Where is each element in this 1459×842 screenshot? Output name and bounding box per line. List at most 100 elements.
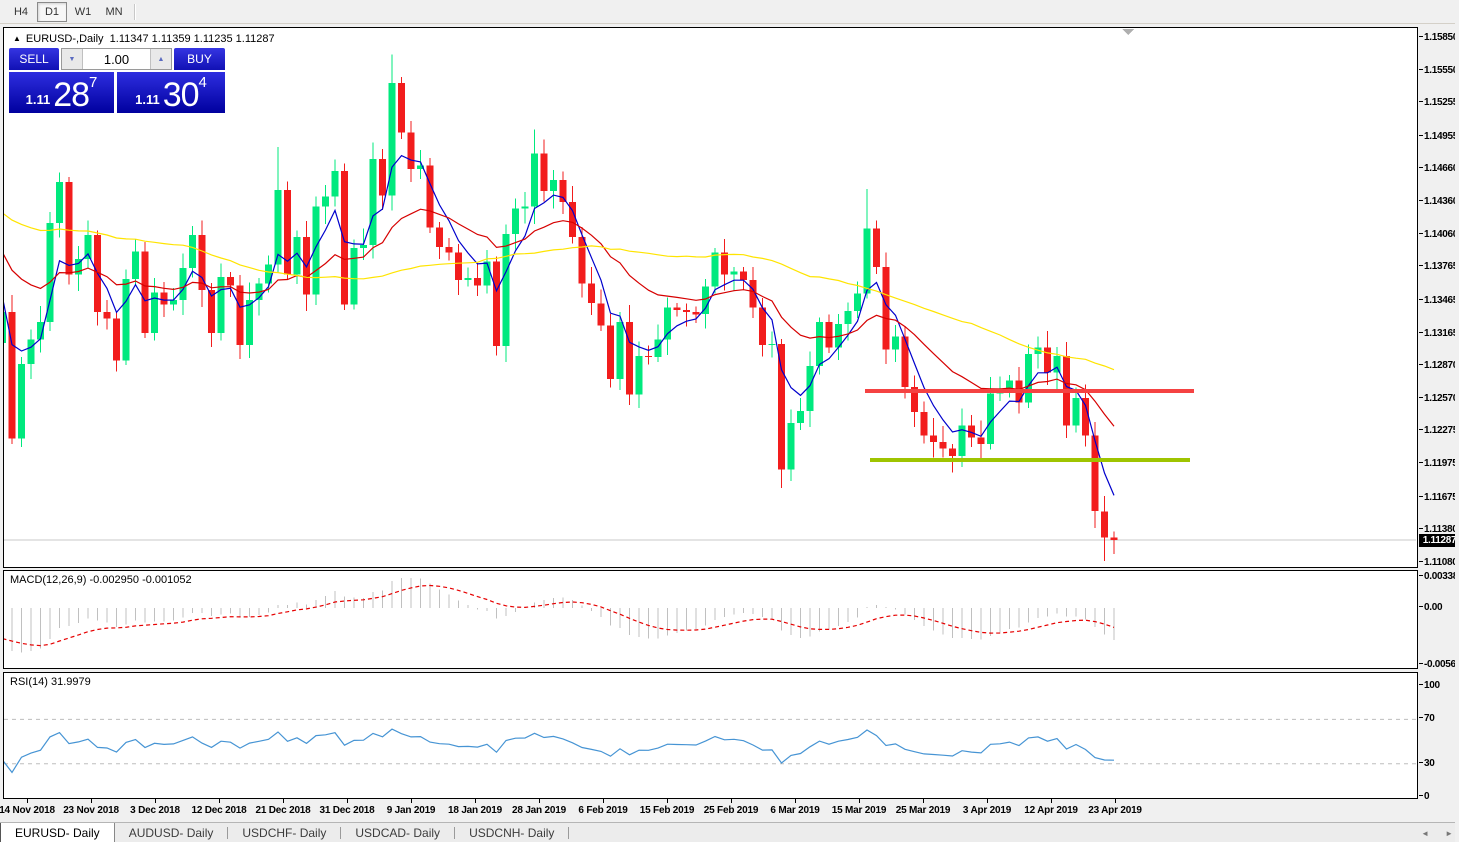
time-axis-tick bbox=[923, 799, 924, 803]
price-axis[interactable]: 1.15850 1.15550 1.15255 1.14955 1.14660 1.143… bbox=[1419, 27, 1459, 568]
rsi-canvas[interactable] bbox=[4, 673, 1417, 798]
timeframe-w1-button[interactable]: W1 bbox=[68, 2, 98, 22]
sell-price-big-digits: 28 bbox=[53, 80, 89, 110]
macd-indicator-window: MACD(12,26,9) -0.002950 -0.001052 bbox=[3, 570, 1418, 669]
tab-eurusd-daily[interactable]: EURUSD- Daily bbox=[0, 823, 115, 842]
current-price-tag: 1.11287 bbox=[1419, 534, 1459, 547]
time-axis-label: 23 Nov 2018 bbox=[63, 805, 119, 816]
time-axis-tick bbox=[667, 799, 668, 803]
time-axis-label: 6 Mar 2019 bbox=[770, 805, 819, 816]
tab-scroll-left-icon[interactable]: ◄ bbox=[1421, 829, 1429, 838]
timeframe-d1-button[interactable]: D1 bbox=[37, 2, 67, 22]
time-axis-tick bbox=[411, 799, 412, 803]
time-axis-tick bbox=[155, 799, 156, 803]
time-axis-tick bbox=[283, 799, 284, 803]
price-axis-label: 1.13165 bbox=[1419, 328, 1458, 340]
timeframe-h4-button[interactable]: H4 bbox=[6, 2, 36, 22]
time-axis-label: 15 Feb 2019 bbox=[640, 805, 695, 816]
one-click-trading-panel: SELL ▼ ▲ BUY 1.11287 1.11304 bbox=[9, 48, 225, 113]
window-edge bbox=[1455, 0, 1459, 842]
time-axis-label: 6 Feb 2019 bbox=[578, 805, 627, 816]
timeframe-mn-button[interactable]: MN bbox=[99, 2, 129, 22]
buy-price-display[interactable]: 1.11304 bbox=[117, 72, 225, 113]
macd-axis[interactable]: 0.0033830.00-0.005663 bbox=[1419, 570, 1459, 669]
time-axis-label: 3 Dec 2018 bbox=[130, 805, 180, 816]
macd-axis-label: 0.003383 bbox=[1419, 571, 1459, 583]
sell-price-display[interactable]: 1.11287 bbox=[9, 72, 114, 113]
triangle-down-icon: ▼ bbox=[69, 56, 76, 63]
price-axis-label: 1.11975 bbox=[1419, 458, 1458, 470]
time-axis-tick bbox=[347, 799, 348, 803]
time-axis-tick bbox=[1051, 799, 1052, 803]
chart-symbol-period: EURUSD-,Daily bbox=[26, 33, 104, 45]
time-axis-label: 25 Feb 2019 bbox=[704, 805, 759, 816]
time-axis-tick bbox=[731, 799, 732, 803]
time-axis-label: 12 Apr 2019 bbox=[1024, 805, 1078, 816]
price-axis-label: 1.15255 bbox=[1419, 97, 1458, 109]
volume-decrease-button[interactable]: ▼ bbox=[62, 49, 83, 69]
price-axis-label: 1.14955 bbox=[1419, 131, 1458, 143]
price-axis-label: 1.15850 bbox=[1419, 32, 1458, 44]
time-axis-tick bbox=[539, 799, 540, 803]
time-axis-label: 31 Dec 2018 bbox=[319, 805, 374, 816]
price-axis-label: 1.11080 bbox=[1419, 557, 1458, 568]
time-axis-label: 14 Nov 2018 bbox=[0, 805, 55, 816]
sell-price-prefix: 1.11 bbox=[26, 92, 51, 107]
time-axis-tick bbox=[603, 799, 604, 803]
price-axis-label: 1.12275 bbox=[1419, 425, 1458, 437]
buy-price-big-digits: 30 bbox=[163, 80, 199, 110]
time-axis-label: 15 Mar 2019 bbox=[832, 805, 887, 816]
triangle-up-icon: ▲ bbox=[158, 56, 165, 63]
time-axis-tick bbox=[219, 799, 220, 803]
tab-usdcad-daily[interactable]: USDCAD- Daily bbox=[341, 823, 454, 842]
price-axis-label: 1.12570 bbox=[1419, 393, 1458, 405]
rsi-label: RSI(14) 31.9979 bbox=[10, 676, 91, 688]
time-axis-label: 21 Dec 2018 bbox=[255, 805, 310, 816]
time-axis-label: 18 Jan 2019 bbox=[448, 805, 502, 816]
time-axis-tick bbox=[1115, 799, 1116, 803]
tab-scroll-right-icon[interactable]: ► bbox=[1445, 829, 1453, 838]
buy-button[interactable]: BUY bbox=[174, 48, 225, 70]
time-axis-tick bbox=[475, 799, 476, 803]
sell-button[interactable]: SELL bbox=[9, 48, 59, 70]
rsi-axis-label: 70 bbox=[1419, 713, 1435, 725]
tab-usdchf-daily[interactable]: USDCHF- Daily bbox=[228, 823, 340, 842]
time-axis-tick bbox=[859, 799, 860, 803]
mt4-window: H4 D1 W1 MN ▲EURUSD-,Daily 1.11347 1.113… bbox=[0, 0, 1459, 842]
chart-title: ▲EURUSD-,Daily 1.11347 1.11359 1.11235 1… bbox=[13, 33, 275, 45]
time-axis-tick bbox=[987, 799, 988, 803]
time-axis-tick bbox=[27, 799, 28, 803]
collapse-triangle-icon[interactable]: ▲ bbox=[13, 34, 21, 43]
rsi-axis[interactable]: 10070300 bbox=[1419, 672, 1459, 799]
price-axis-label: 1.14060 bbox=[1419, 229, 1458, 241]
tab-usdcnh-daily[interactable]: USDCNH- Daily bbox=[455, 823, 568, 842]
rsi-axis-label: 30 bbox=[1419, 758, 1435, 770]
macd-label: MACD(12,26,9) -0.002950 -0.001052 bbox=[10, 574, 192, 586]
volume-increase-button[interactable]: ▲ bbox=[150, 49, 171, 69]
time-axis-label: 23 Apr 2019 bbox=[1088, 805, 1142, 816]
price-axis-label: 1.15550 bbox=[1419, 65, 1458, 77]
toolbar-separator bbox=[134, 4, 136, 20]
rsi-axis-label: 0 bbox=[1419, 791, 1429, 799]
buy-price-pipette: 4 bbox=[199, 74, 207, 91]
time-axis-tick bbox=[91, 799, 92, 803]
time-axis-label: 12 Dec 2018 bbox=[191, 805, 246, 816]
time-axis-label: 3 Apr 2019 bbox=[963, 805, 1011, 816]
price-axis-label: 1.14660 bbox=[1419, 163, 1458, 175]
time-axis-label: 28 Jan 2019 bbox=[512, 805, 566, 816]
time-axis-label: 9 Jan 2019 bbox=[387, 805, 436, 816]
tab-audusd-daily[interactable]: AUDUSD- Daily bbox=[115, 823, 228, 842]
price-axis-label: 1.14360 bbox=[1419, 196, 1458, 208]
buy-price-prefix: 1.11 bbox=[135, 92, 160, 107]
time-axis-tick bbox=[795, 799, 796, 803]
price-axis-label: 1.11675 bbox=[1419, 492, 1458, 504]
volume-input[interactable] bbox=[83, 49, 150, 69]
time-axis[interactable]: 14 Nov 2018 23 Nov 2018 3 Dec 2018 12 Dec 2… bbox=[3, 799, 1418, 821]
price-axis-label: 1.13765 bbox=[1419, 261, 1458, 273]
main-chart-window: ▲EURUSD-,Daily 1.11347 1.11359 1.11235 1… bbox=[3, 27, 1418, 568]
tab-separator bbox=[568, 827, 569, 839]
symbol-tab-bar: EURUSD- Daily AUDUSD- Daily USDCHF- Dail… bbox=[0, 822, 1459, 842]
macd-canvas[interactable] bbox=[4, 571, 1417, 668]
macd-axis-label: 0.00 bbox=[1419, 602, 1442, 614]
sell-price-pipette: 7 bbox=[89, 74, 97, 91]
